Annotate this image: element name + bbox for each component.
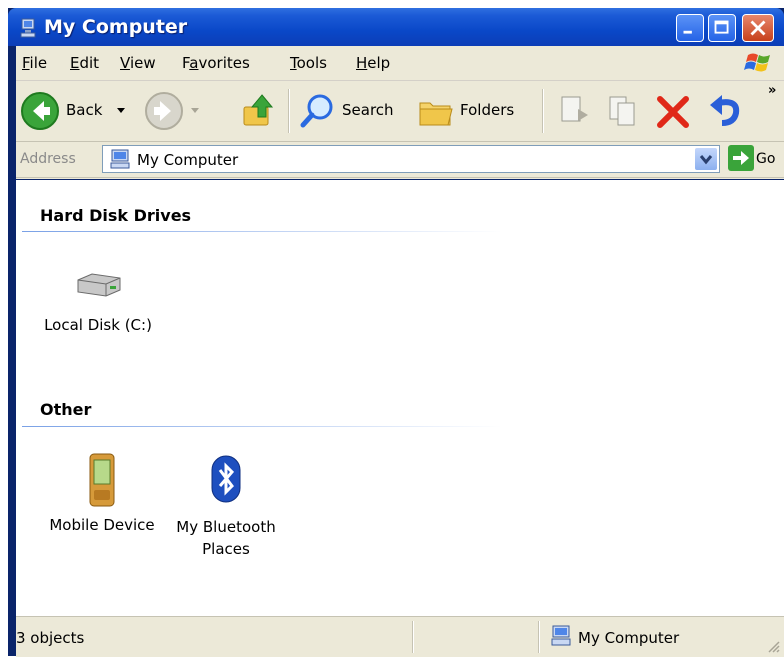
minimize-icon <box>683 30 692 34</box>
chevron-down-icon[interactable] <box>116 107 126 115</box>
status-location: My Computer <box>578 629 680 647</box>
explorer-window: My Computer File Edit View Favorites Too… <box>8 8 784 657</box>
menu-file[interactable]: File <box>22 54 47 72</box>
mobile-device-icon <box>89 453 115 507</box>
menu-help-accel: H <box>356 54 368 72</box>
menu-tools[interactable]: Tools <box>290 54 327 72</box>
back-arrow-icon <box>21 92 59 130</box>
device-label: Mobile Device <box>49 516 155 534</box>
go-arrow-icon <box>733 151 749 165</box>
group-divider <box>22 426 502 427</box>
device-item-bluetooth-places[interactable]: My Bluetooth Places <box>164 452 288 560</box>
back-label: Back <box>66 101 103 119</box>
file-view: Hard Disk Drives Local Disk (C:) Other M… <box>16 180 784 616</box>
status-separator <box>412 621 414 653</box>
menu-view[interactable]: View <box>120 54 156 72</box>
menu-tools-label: ools <box>296 54 327 72</box>
computer-icon <box>110 149 130 169</box>
undo-icon[interactable] <box>706 93 744 131</box>
bluetooth-icon <box>211 455 241 503</box>
menu-file-accel: F <box>22 54 30 72</box>
drive-label: Local Disk (C:) <box>44 316 152 334</box>
standard-buttons: Back Search Folders » <box>16 81 784 142</box>
menu-edit-label: dit <box>79 54 100 72</box>
group-divider <box>22 231 502 232</box>
resize-grip-icon[interactable] <box>766 639 780 653</box>
menu-bar: File Edit View Favorites Tools Help <box>16 46 784 81</box>
windows-logo-icon <box>744 53 770 72</box>
computer-icon <box>551 625 571 646</box>
address-bar: Address My Computer Go <box>16 141 784 178</box>
search-label: Search <box>342 101 394 119</box>
go-label[interactable]: Go <box>756 151 775 167</box>
menu-view-label: iew <box>129 54 156 72</box>
close-icon <box>750 20 766 36</box>
close-button[interactable] <box>742 14 774 42</box>
search-button[interactable]: Search <box>298 91 408 131</box>
toolbar-separator <box>542 89 544 133</box>
address-label: Address <box>20 151 76 167</box>
computer-icon <box>20 18 36 38</box>
chevron-down-icon[interactable] <box>190 107 200 115</box>
folders-label: Folders <box>460 101 515 119</box>
menu-favorites-label: vorites <box>198 54 250 72</box>
title-bar[interactable]: My Computer <box>8 8 784 46</box>
window-title: My Computer <box>44 16 188 38</box>
maximize-icon <box>714 20 729 34</box>
up-folder-icon[interactable] <box>238 91 278 131</box>
toolbar-separator <box>288 89 290 133</box>
folders-icon <box>419 102 453 126</box>
device-label: My Bluetooth Places <box>176 518 276 558</box>
maximize-button[interactable] <box>708 14 736 42</box>
status-object-count: 3 objects <box>16 629 85 647</box>
menu-file-label: ile <box>29 54 48 72</box>
drive-item-local-disk[interactable]: Local Disk (C:) <box>38 266 158 334</box>
address-value: My Computer <box>137 151 239 169</box>
menu-favorites[interactable]: Favorites <box>182 54 250 72</box>
toolbar: Back Search Folders » Address My Compute… <box>16 81 784 179</box>
menu-edit[interactable]: Edit <box>70 54 99 72</box>
device-item-mobile-device[interactable]: Mobile Device <box>42 452 162 534</box>
address-dropdown-button[interactable] <box>695 148 717 170</box>
delete-icon[interactable] <box>654 93 692 131</box>
go-button[interactable] <box>728 145 754 171</box>
group-title-hard-disk-drives: Hard Disk Drives <box>40 206 192 225</box>
copy-to-icon[interactable] <box>606 93 642 129</box>
menu-help-label: elp <box>367 54 391 72</box>
group-title-other: Other <box>40 400 92 419</box>
forward-arrow-icon <box>145 92 183 130</box>
search-icon <box>300 94 333 128</box>
menu-tools-accel: T <box>290 54 297 72</box>
forward-button[interactable] <box>144 91 204 131</box>
minimize-button[interactable] <box>676 14 704 42</box>
status-separator <box>538 621 540 653</box>
back-button[interactable]: Back <box>20 91 132 131</box>
hard-disk-icon <box>77 273 121 297</box>
status-bar: 3 objects My Computer <box>16 616 784 657</box>
move-to-icon[interactable] <box>556 93 592 129</box>
folders-button[interactable]: Folders <box>416 91 528 131</box>
chevron-down-icon <box>699 155 713 165</box>
menu-view-accel: V <box>120 54 130 72</box>
address-field[interactable]: My Computer <box>102 145 720 173</box>
toolbar-overflow-button[interactable]: » <box>768 83 776 98</box>
menu-help[interactable]: Help <box>356 54 390 72</box>
